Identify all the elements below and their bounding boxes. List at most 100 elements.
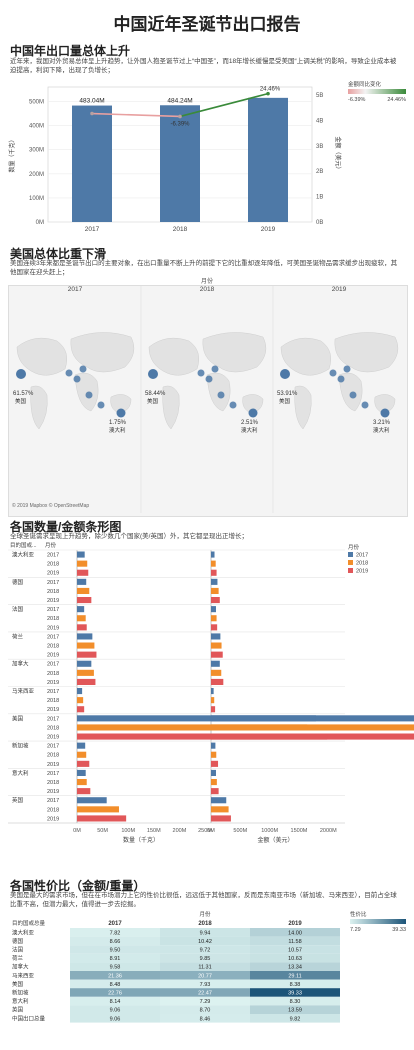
heat-cell-value: 39.33 [288, 991, 302, 997]
bar-legend-label: 2018 [356, 561, 368, 567]
bar-amount-加拿大-2017 [211, 660, 220, 667]
heat-cell-value: 8.38 [290, 982, 301, 988]
heat-cell-value: 8.30 [290, 999, 301, 1005]
bar-amount-澳大利亚-2017 [211, 551, 215, 558]
bar-year-label: 2019 [47, 762, 59, 768]
bar-year-label: 2019 [47, 653, 59, 659]
map-us-bubble [16, 369, 26, 379]
bar-year-label: 2017 [47, 634, 59, 640]
chart1-ytick-left: 200M [29, 172, 44, 178]
bar-amount-美国-2019 [211, 733, 328, 740]
bar-year-label: 2018 [47, 644, 59, 650]
bar-year-label: 2019 [47, 680, 59, 686]
heat-cell-value: 13.34 [288, 965, 302, 971]
bar-quantity-法国-2018 [77, 615, 86, 622]
bar-year-label: 2017 [47, 716, 59, 722]
chart1-xtick: 2017 [85, 226, 100, 233]
map-us-share: 58.44% [145, 391, 166, 397]
map-au-bubble [116, 408, 126, 418]
bar-quantity-新加坡-2019 [77, 760, 90, 767]
bar-xtick-left: 100M [121, 828, 135, 834]
bar-quantity-法国-2017 [77, 606, 85, 613]
us-share-map-chart: 月份201761.57%美国1.75%澳大利201858.44%美国2.51%澳… [13, 277, 399, 513]
bar-year-label: 2017 [47, 798, 59, 804]
bar-xlabel-right: 金额（美元） [257, 836, 293, 844]
bar-amount-美国-2018 [211, 724, 308, 731]
bar-amount-英国-2017 [211, 797, 227, 804]
chart1-legend-min: -6.39% [348, 97, 366, 103]
chart1-ytick-left: 500M [29, 99, 44, 105]
section-1-desc: 近年来，我国对外贸易总体呈上升趋势，让外国人抱圣诞节过上“中国圣”，而18年增长… [10, 58, 397, 74]
heat-row-label: 荷兰 [12, 954, 24, 962]
heat-cell-value: 8.91 [110, 956, 121, 962]
map-country-dot [97, 401, 105, 409]
bar-country-label: 德国 [12, 578, 24, 586]
heat-cell-value: 21.36 [108, 973, 122, 979]
heat-cell-value: 10.42 [198, 939, 212, 945]
heat-cell-value: 14.00 [288, 930, 302, 936]
map-au-share: 1.75% [109, 420, 127, 426]
chart1-growth-point [178, 114, 182, 119]
bar-country-label: 荷兰 [12, 632, 24, 640]
bar-year-label: 2018 [47, 780, 59, 786]
bar-year-label: 2017 [47, 662, 59, 668]
map-copyright: © 2019 Mapbox © OpenStreetMap [12, 503, 90, 509]
bar-year-label: 2018 [47, 753, 59, 759]
bar-xlabel-left: 数量（千克） [123, 836, 159, 844]
map-us-share: 53.91% [277, 391, 298, 397]
map-country-dot [343, 365, 351, 373]
map-us-share: 61.57% [13, 391, 34, 397]
map-country-dot [349, 391, 357, 399]
heat-header-country: 目的国或总量 [12, 919, 46, 927]
map-country-dot [211, 365, 219, 373]
bar-legend-label: 2017 [356, 553, 368, 559]
bar-amount-德国-2019 [211, 597, 220, 604]
bar-year-label: 2019 [47, 816, 59, 822]
map-us-label: 美国 [279, 397, 291, 405]
heat-cell-value: 8.70 [200, 1008, 211, 1014]
bar-legend-label: 2019 [356, 569, 368, 575]
bar-quantity-澳大利亚-2019 [77, 569, 89, 576]
chart1-ytick-right: 3B [316, 144, 323, 150]
heat-cell-value: 9.58 [110, 965, 121, 971]
heat-legend-title: 性价比 [350, 910, 367, 918]
map-au-bubble [248, 408, 258, 418]
chart1-ytick-right: 0B [316, 220, 323, 226]
bar-quantity-加拿大-2018 [77, 669, 94, 676]
bar-amount-新加坡-2018 [211, 751, 217, 758]
bar-amount-法国-2017 [211, 606, 216, 613]
heat-cell-value: 11.58 [288, 939, 301, 945]
bar-year-label: 2018 [47, 671, 59, 677]
bar-quantity-德国-2018 [77, 587, 90, 594]
bar-xtick-left: 150M [147, 828, 161, 834]
map-landmass [202, 332, 267, 373]
bar-amount-澳大利亚-2019 [211, 569, 217, 576]
chart1-bar-label: 484.24M [167, 97, 192, 104]
chart1-ytick-left: 300M [29, 148, 44, 154]
bar-quantity-英国-2019 [77, 815, 127, 822]
heat-cell-value: 9.82 [290, 1016, 301, 1022]
bar-quantity-马来西亚-2017 [77, 688, 83, 695]
heat-cell-value: 9.06 [110, 1008, 121, 1014]
chart1-growth-label: -6.39% [170, 121, 190, 127]
bar-amount-意大利-2017 [211, 769, 216, 776]
bar-xtick-left: 0M [73, 828, 81, 834]
bar-xtick-right: 0M [207, 828, 215, 834]
bar-quantity-澳大利亚-2018 [77, 560, 88, 567]
heat-row-label: 德国 [12, 937, 24, 945]
chart1-ytick-right: 4B [316, 118, 323, 124]
map-au-share: 2.51% [241, 420, 259, 426]
bar-quantity-法国-2019 [77, 624, 87, 631]
heat-cell-value: 7.82 [110, 930, 121, 936]
bar-year-label: 2017 [47, 771, 59, 777]
bar-quantity-意大利-2019 [77, 788, 91, 795]
bar-legend-title: 月份 [348, 543, 360, 551]
chart1-legend-gradient [348, 89, 406, 94]
bar-year-label: 2018 [47, 562, 59, 568]
map-country-dot [361, 401, 369, 409]
bar-legend-swatch [348, 560, 353, 565]
bar-amount-马来西亚-2019 [211, 706, 216, 713]
map-country-dot [65, 369, 73, 377]
country-bar-chart: 目的国或... 月份 月份 2017 2018 2019 澳大利亚 2017 2018 2019 德… [8, 541, 414, 844]
map-landmass [70, 332, 135, 373]
